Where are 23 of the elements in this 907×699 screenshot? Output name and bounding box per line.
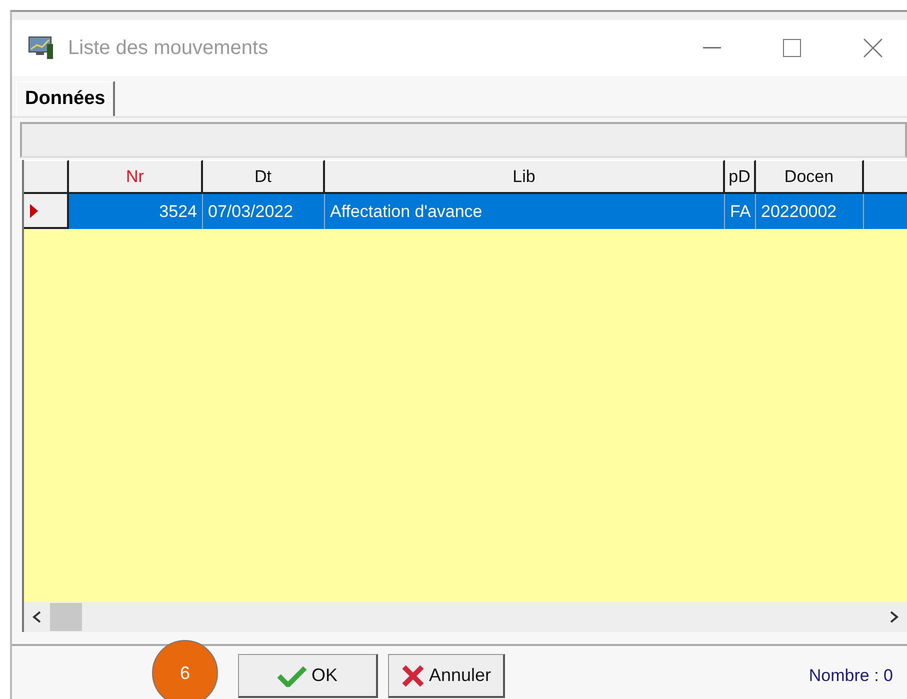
table-cell: Affectation d'avance xyxy=(325,194,725,229)
scroll-left-icon[interactable] xyxy=(32,611,42,623)
step-badge: 6 xyxy=(152,640,218,699)
table-row[interactable]: 3524 07/03/2022 Affectation d'avance FA 20220002 xyxy=(24,194,907,229)
window-title: Liste des mouvements xyxy=(68,36,268,60)
scroll-right-icon[interactable] xyxy=(889,611,899,623)
scrollbar-thumb[interactable] xyxy=(50,603,82,631)
monitor-chart-icon xyxy=(28,36,56,60)
table-cell: 20220002 xyxy=(756,194,864,229)
tab[interactable]: Données xyxy=(16,81,116,116)
cancel-button[interactable]: Annuler xyxy=(388,654,506,698)
current-row-icon xyxy=(30,204,38,218)
record-count: Nombre : 0 xyxy=(808,666,893,686)
table-cell: 3524 xyxy=(69,194,203,229)
cross-icon xyxy=(401,664,425,686)
close-icon[interactable] xyxy=(863,38,883,58)
check-icon xyxy=(277,664,308,686)
horizontal-scrollbar[interactable] xyxy=(24,602,907,632)
table-cell: 07/03/2022 xyxy=(203,194,325,229)
maximize-icon[interactable] xyxy=(783,39,801,57)
ok-button[interactable]: OK xyxy=(238,654,378,698)
minimize-icon[interactable] xyxy=(703,47,721,49)
table-cell: FA xyxy=(725,194,756,229)
